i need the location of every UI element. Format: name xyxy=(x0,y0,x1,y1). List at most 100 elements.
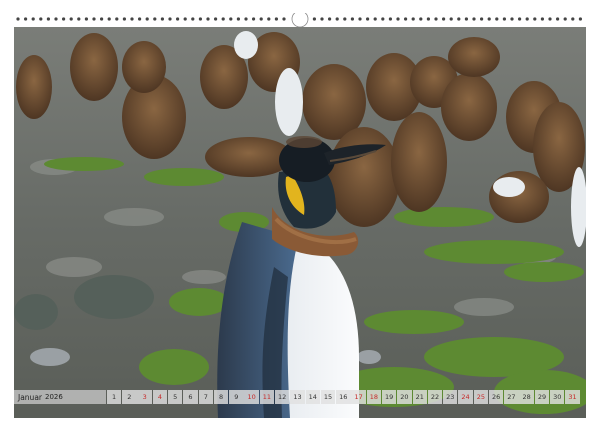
binding-dot xyxy=(548,17,552,21)
binding-dot xyxy=(350,17,354,21)
binding-dot xyxy=(282,17,286,21)
binding-dot xyxy=(381,17,385,21)
binding-dot xyxy=(320,17,324,21)
day-cell: 27 xyxy=(504,390,519,404)
day-cell: 2 xyxy=(122,390,137,404)
binding-dot xyxy=(480,17,484,21)
day-cell: 18 xyxy=(366,390,382,404)
binding-dot xyxy=(449,17,453,21)
binding-dot xyxy=(442,17,446,21)
binding-dot xyxy=(274,17,278,21)
binding-dot xyxy=(191,17,195,21)
day-cell: 19 xyxy=(381,390,397,404)
binding-dot xyxy=(366,17,370,21)
binding-dot xyxy=(571,17,575,21)
binding-dot xyxy=(69,17,73,21)
day-cell: 26 xyxy=(488,390,504,404)
day-cell: 16 xyxy=(336,390,351,404)
day-cell: 24 xyxy=(458,390,473,404)
binding-dot xyxy=(46,17,51,21)
binding-dot xyxy=(153,17,157,21)
binding-dot xyxy=(388,17,392,21)
binding-dot xyxy=(115,17,119,21)
binding-dot xyxy=(495,17,499,21)
day-cell: 20 xyxy=(397,390,412,404)
binding-dot xyxy=(457,17,461,21)
day-cell: 13 xyxy=(290,390,305,404)
day-cell: 17 xyxy=(351,390,366,404)
binding-dot xyxy=(411,17,415,21)
binding-dot xyxy=(160,17,164,21)
binding-dot xyxy=(168,17,172,21)
binding-dot xyxy=(472,17,476,21)
day-cell: 14 xyxy=(305,390,320,404)
binding-dot xyxy=(578,17,583,21)
year-label: 2026 xyxy=(45,393,63,401)
day-strip: 1 2 3 4 5 6 7 8 9 10 11 12 13 14 15 16 17 18 19 20 21 22 23 24 2… xyxy=(106,390,580,404)
day-cell: 1 xyxy=(106,390,122,404)
day-cell: 28 xyxy=(519,390,534,404)
binding-dot xyxy=(62,17,66,21)
binding-dot xyxy=(396,17,400,21)
binding-dot xyxy=(92,17,96,21)
binding-dot xyxy=(221,17,225,21)
day-cell: 6 xyxy=(183,390,198,404)
day-cell: 8 xyxy=(213,390,229,404)
binding-dot xyxy=(24,17,28,21)
day-cell: 23 xyxy=(443,390,458,404)
day-cell: 25 xyxy=(473,390,489,404)
binding-dot xyxy=(16,17,20,21)
binding-dot xyxy=(107,17,111,21)
binding-dot xyxy=(373,17,377,21)
binding-dot xyxy=(122,17,126,21)
month-label: Januar 2026 xyxy=(14,390,106,404)
binding-dot xyxy=(206,17,210,21)
day-cell: 4 xyxy=(152,390,168,404)
month-name: Januar xyxy=(18,392,42,402)
hanger-hole xyxy=(291,13,309,27)
day-cell: 7 xyxy=(198,390,213,404)
binding-dot xyxy=(54,17,58,21)
day-cell: 15 xyxy=(320,390,336,404)
binding-dot xyxy=(229,17,233,21)
day-cell: 29 xyxy=(534,390,550,404)
day-cell: 30 xyxy=(550,390,565,404)
binding-dot xyxy=(183,17,187,21)
binding-dot xyxy=(525,17,529,21)
binding-dot xyxy=(176,17,180,21)
binding-dot xyxy=(236,17,240,21)
binding-dot xyxy=(214,17,218,21)
binding-dot xyxy=(39,17,43,21)
day-cell: 11 xyxy=(259,390,275,404)
binding-dot xyxy=(244,17,248,21)
binding-dot xyxy=(404,17,408,21)
binding-dot xyxy=(31,17,35,21)
binding-dot xyxy=(84,17,88,21)
binding-dot xyxy=(77,17,81,21)
binding-dot xyxy=(518,17,522,21)
binding-dot xyxy=(130,17,134,21)
spiral-binding xyxy=(14,13,586,27)
day-cell: 22 xyxy=(427,390,443,404)
binding-dot xyxy=(556,17,560,21)
binding-dot xyxy=(138,17,142,21)
binding-dot xyxy=(426,17,430,21)
day-cell: 3 xyxy=(137,390,152,404)
binding-dot xyxy=(358,17,362,21)
binding-dot xyxy=(502,17,506,21)
binding-dot xyxy=(100,17,104,21)
calendar-photo xyxy=(14,27,586,418)
binding-dot xyxy=(510,17,514,21)
binding-dot xyxy=(145,17,149,21)
binding-dot xyxy=(312,17,316,21)
binding-dot xyxy=(328,17,332,21)
binding-dot xyxy=(259,17,263,21)
day-cell: 5 xyxy=(168,390,183,404)
day-cell: 10 xyxy=(244,390,259,404)
day-cell: 9 xyxy=(229,390,244,404)
binding-dot xyxy=(198,17,202,21)
day-cell: 21 xyxy=(412,390,427,404)
calendar-bar: Januar 2026 1 2 3 4 5 6 7 8 9 10 11 12 13 14 15 16 17 18 1… xyxy=(14,390,586,404)
binding-dot xyxy=(419,17,423,21)
binding-dot xyxy=(343,17,347,21)
